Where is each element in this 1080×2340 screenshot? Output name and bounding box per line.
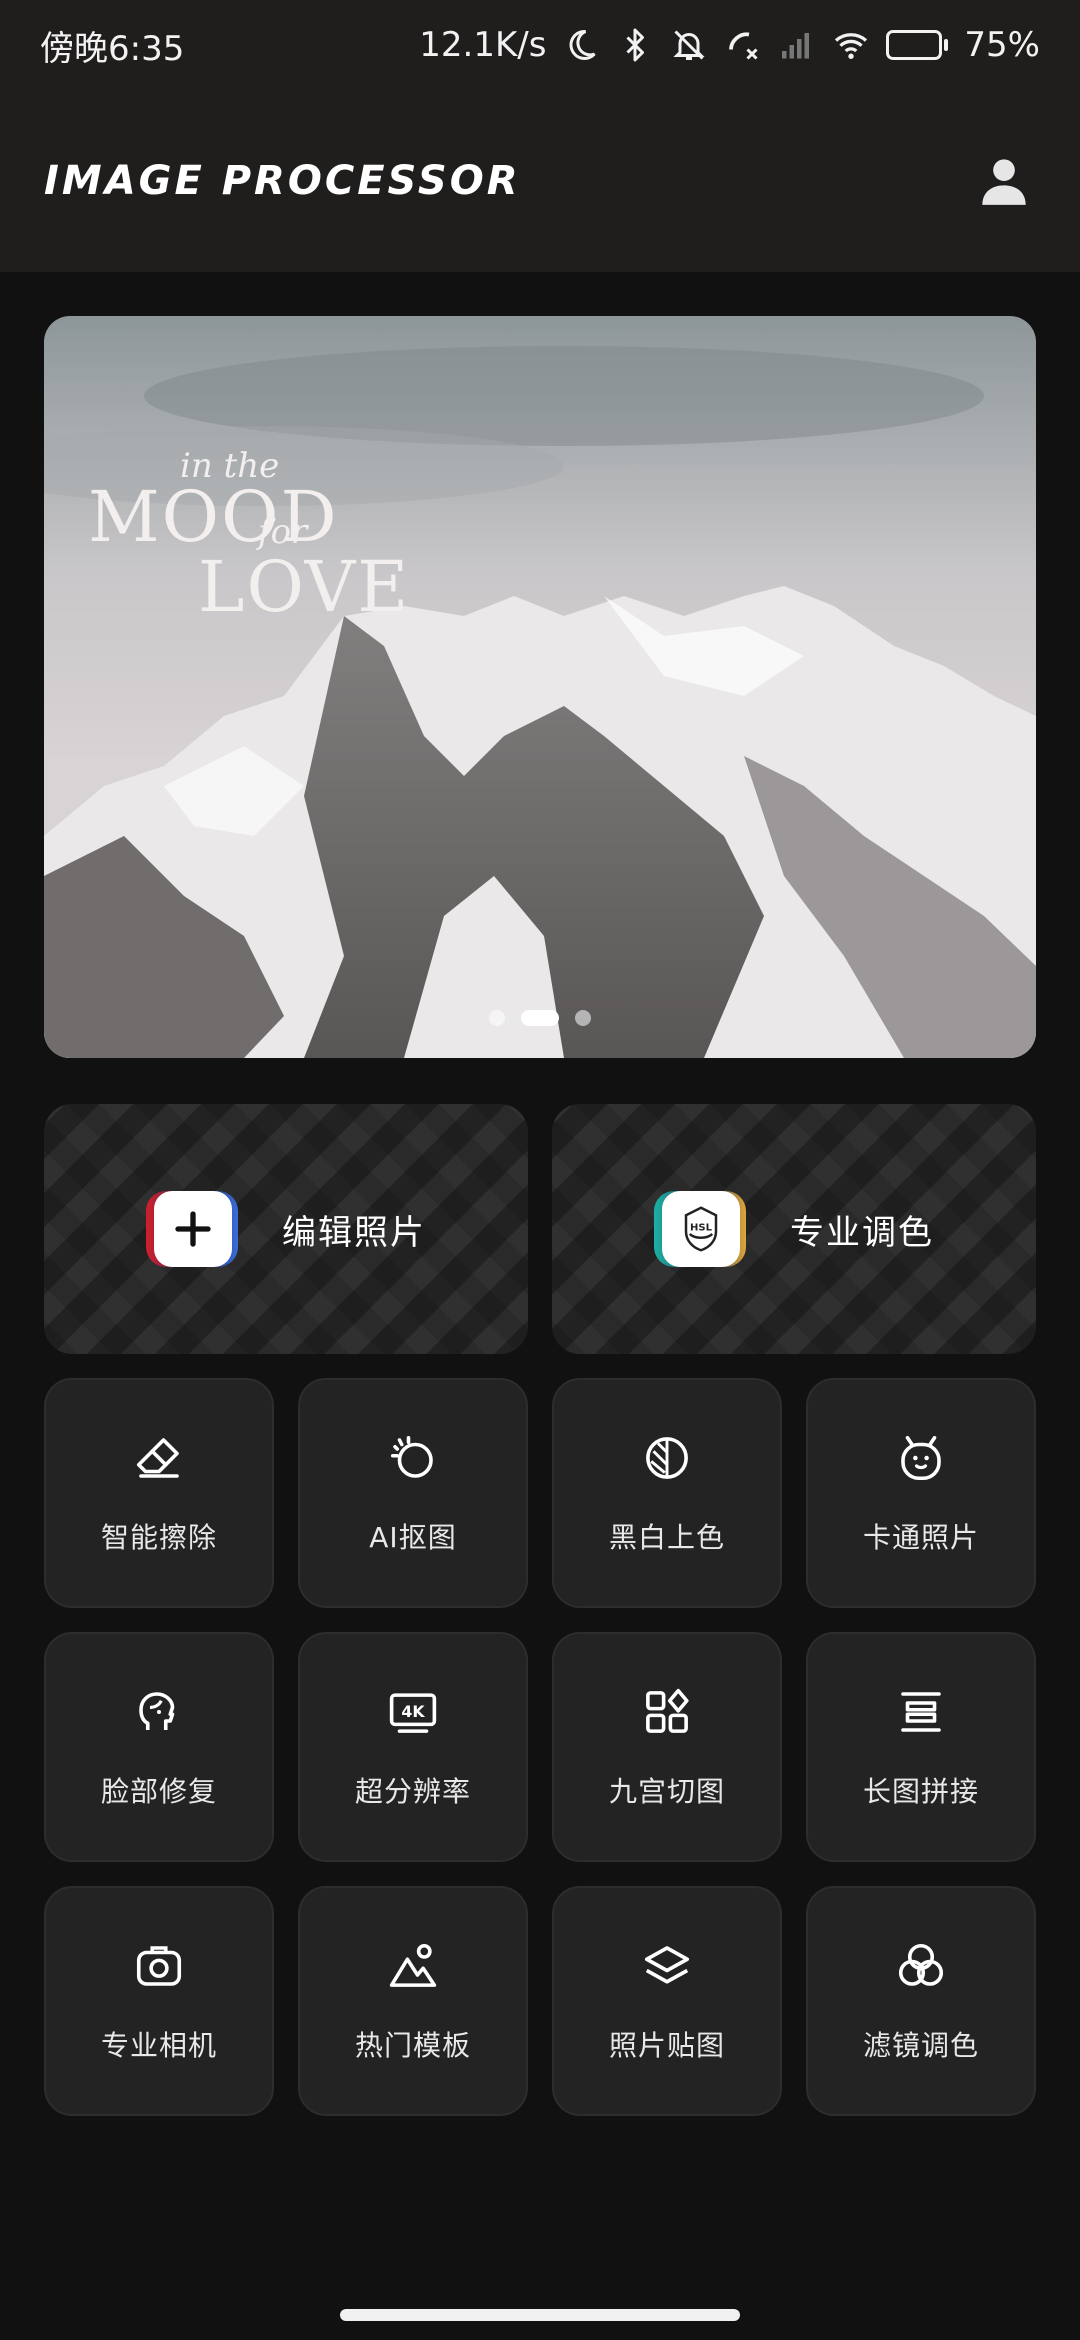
app-bar: IMAGE PROCESSOR	[0, 90, 1080, 272]
missed-call-icon	[724, 26, 762, 64]
tool-label: AI抠图	[369, 1521, 457, 1554]
photo-sticker-button[interactable]: 照片贴图	[552, 1886, 782, 2116]
mute-icon	[670, 26, 708, 64]
home-indicator[interactable]	[340, 2309, 740, 2321]
grid-icon	[637, 1682, 697, 1742]
camera-icon	[129, 1936, 189, 1996]
hot-templates-button[interactable]: 热门模板	[298, 1886, 528, 2116]
cartoon-photo-button[interactable]: 卡通照片	[806, 1378, 1036, 1608]
grid-cut-button[interactable]: 九宫切图	[552, 1632, 782, 1862]
network-speed: 12.1K/s	[419, 25, 547, 65]
screen: 傍晚6:35 12.1K/s 75% IMAGE PROCESSOR in th…	[0, 0, 1080, 2340]
status-bar: 傍晚6:35 12.1K/s 75%	[0, 0, 1080, 90]
tool-label: 热门模板	[354, 2029, 471, 2062]
edit-photo-button[interactable]: 编辑照片	[44, 1104, 528, 1354]
hsl-icon: HSL	[654, 1191, 746, 1267]
profile-button[interactable]	[972, 149, 1036, 213]
banner-image	[44, 316, 1036, 1058]
banner-carousel[interactable]: in the MOOD for LOVE	[44, 316, 1036, 1058]
face-icon	[129, 1682, 189, 1742]
layers-icon	[637, 1936, 697, 1996]
plus-icon	[146, 1191, 238, 1267]
carousel-dot[interactable]	[489, 1010, 505, 1026]
filter-color-button[interactable]: 滤镜调色	[806, 1886, 1036, 2116]
svg-text:4K: 4K	[401, 1702, 425, 1721]
app-title: IMAGE PROCESSOR	[44, 158, 521, 204]
stitch-icon	[891, 1682, 951, 1742]
status-icons: 12.1K/s 75%	[419, 25, 1040, 65]
long-stitch-button[interactable]: 长图拼接	[806, 1632, 1036, 1862]
status-time: 傍晚6:35	[40, 28, 185, 69]
eraser-icon	[129, 1428, 189, 1488]
edit-photo-label: 编辑照片	[282, 1212, 426, 1253]
banner-title-love: LOVE	[198, 546, 411, 628]
smart-erase-button[interactable]: 智能擦除	[44, 1378, 274, 1608]
carousel-dot[interactable]	[575, 1010, 591, 1026]
carousel-dots	[44, 1010, 1036, 1026]
tool-label: 脸部修复	[100, 1775, 217, 1808]
moon-icon	[562, 26, 600, 64]
filter-icon	[891, 1936, 951, 1996]
tool-label: 长图拼接	[862, 1775, 979, 1808]
bluetooth-icon	[616, 26, 654, 64]
user-icon	[982, 159, 1026, 205]
pro-camera-button[interactable]: 专业相机	[44, 1886, 274, 2116]
4k-icon: 4K	[383, 1682, 443, 1742]
colorize-button[interactable]: 黑白上色	[552, 1378, 782, 1608]
template-icon	[383, 1936, 443, 1996]
tool-label: 滤镜调色	[862, 2029, 979, 2062]
cutout-icon	[383, 1428, 443, 1488]
colorize-icon	[637, 1428, 697, 1488]
wifi-icon	[832, 26, 870, 64]
tool-label: 九宫切图	[608, 1775, 725, 1808]
tool-label: 黑白上色	[608, 1521, 725, 1554]
pro-color-label: 专业调色	[790, 1212, 934, 1253]
battery-percent: 75%	[964, 25, 1040, 65]
battery-icon	[886, 30, 949, 60]
cartoon-icon	[891, 1428, 951, 1488]
pro-color-button[interactable]: HSL 专业调色	[552, 1104, 1036, 1354]
ai-cutout-button[interactable]: AI抠图	[298, 1378, 528, 1608]
tool-label: 超分辨率	[354, 1775, 471, 1808]
signal-icon	[778, 26, 816, 64]
tool-label: 照片贴图	[608, 2029, 725, 2062]
tool-label: 智能擦除	[100, 1521, 217, 1554]
tool-label: 卡通照片	[862, 1521, 979, 1554]
carousel-dot-active[interactable]	[521, 1010, 559, 1026]
svg-text:HSL: HSL	[690, 1222, 713, 1233]
super-resolution-button[interactable]: 4K 超分辨率	[298, 1632, 528, 1862]
face-repair-button[interactable]: 脸部修复	[44, 1632, 274, 1862]
tool-label: 专业相机	[100, 2029, 217, 2062]
